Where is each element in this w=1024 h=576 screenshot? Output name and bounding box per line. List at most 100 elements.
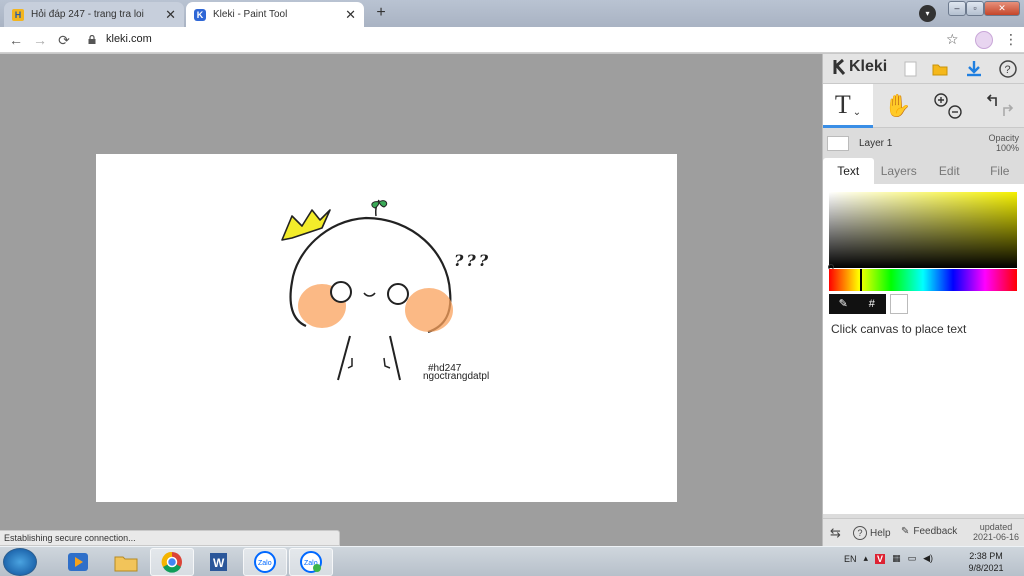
tab-title: Hỏi đáp 247 - trang tra loi — [31, 9, 144, 20]
media-player-icon — [68, 553, 88, 571]
undo-redo-icon — [986, 94, 1014, 116]
system-clock[interactable]: 2:38 PM 9/8/2021 — [962, 550, 1010, 574]
opacity-readout: Opacity 100% — [988, 133, 1019, 153]
hex-input-button[interactable]: # — [858, 294, 887, 314]
lock-icon — [88, 35, 96, 44]
url-field[interactable]: kleki.com — [106, 33, 152, 45]
taskbar-zalo-1[interactable]: Zalo — [243, 548, 287, 576]
kleki-logo-icon — [833, 59, 846, 75]
antivirus-icon[interactable]: V — [875, 553, 886, 564]
hue-slider-handle[interactable] — [860, 269, 862, 291]
monitor-icon[interactable]: ▭ — [908, 553, 917, 564]
menu-dots-icon[interactable]: ⋮ — [1004, 31, 1018, 48]
clock-date: 9/8/2021 — [968, 563, 1004, 573]
reload-button[interactable]: ⟳ — [55, 31, 73, 49]
close-tab-icon[interactable]: ✕ — [165, 7, 176, 23]
zalo-icon: Zalo — [254, 551, 276, 573]
layer-preview-row[interactable]: Layer 1 Opacity 100% — [823, 130, 1024, 158]
tab-text[interactable]: Text — [823, 158, 874, 184]
blush-right — [405, 288, 453, 332]
folder-icon — [932, 64, 948, 76]
taskbar-word[interactable]: W — [196, 548, 240, 576]
hand-icon: ✋ — [884, 93, 912, 118]
svg-text:?: ? — [1005, 64, 1011, 76]
eye-left — [330, 281, 352, 303]
text-tool-button[interactable]: T ⌄ — [823, 84, 873, 128]
swap-sides-icon[interactable]: ⇆ — [830, 525, 841, 541]
tab-edit[interactable]: Edit — [924, 158, 975, 184]
new-tab-button[interactable]: + — [371, 4, 391, 22]
drawing-canvas[interactable]: ??? #hd247 ngoctrangdatpl — [96, 154, 677, 502]
help-label: Help — [870, 527, 891, 539]
tab-kleki[interactable]: K Kleki - Paint Tool ✕ — [186, 2, 364, 27]
folder-icon — [114, 556, 138, 572]
tab-layers[interactable]: Layers — [874, 158, 925, 184]
help-link[interactable]: ? Help — [853, 526, 891, 540]
tab-hoidap[interactable]: H Hỏi đáp 247 - trang tra loi ✕ — [4, 2, 184, 27]
question-marks: ??? — [454, 251, 491, 270]
zoom-in-out-icon — [934, 93, 962, 119]
kleki-icon: K — [194, 8, 206, 21]
color-tools: ✎ # — [829, 294, 886, 314]
kleki-side-panel: Kleki ? T ⌄ ✋ Layer 1 Opacity 100% Text … — [822, 54, 1024, 546]
updated-label: updated — [979, 522, 1013, 532]
word-icon: W — [210, 553, 227, 571]
undo-redo-buttons[interactable] — [975, 84, 1024, 128]
browser-tab-strip: H Hỏi đáp 247 - trang tra loi ✕ K Kleki … — [0, 0, 1024, 27]
save-button[interactable] — [963, 58, 985, 80]
text-tab-content: ✎ # Click canvas to place text — [823, 184, 1024, 514]
bookmark-star-icon[interactable]: ☆ — [946, 31, 959, 48]
taskbar-zalo-2[interactable]: Zalo — [289, 548, 333, 576]
start-button[interactable] — [3, 548, 37, 576]
panel-footer: ⇆ ? Help ✎ Feedback updated 2021-06-16 — [823, 518, 1024, 546]
profile-avatar[interactable] — [975, 31, 993, 49]
watermark-name: ngoctrangdatpl — [423, 371, 489, 382]
panel-tabs: Text Layers Edit File — [823, 158, 1024, 184]
tool-row: T ⌄ ✋ — [823, 84, 1024, 128]
saturation-value-picker[interactable] — [829, 192, 1017, 268]
kleki-logo[interactable]: Kleki — [833, 58, 887, 76]
network-icon[interactable]: ▦ — [892, 553, 901, 564]
feedback-icon: ✎ — [901, 526, 910, 537]
language-indicator[interactable]: EN — [844, 554, 857, 564]
chrome-icon — [161, 551, 182, 573]
layer-name: Layer 1 — [859, 138, 893, 149]
maximize-button[interactable]: ▫ — [966, 1, 984, 16]
feedback-link[interactable]: ✎ Feedback — [901, 526, 957, 537]
close-tab-icon[interactable]: ✕ — [345, 7, 356, 23]
canvas-drawing: ??? #hd247 ngoctrangdatpl — [281, 199, 491, 382]
taskbar-media-player[interactable] — [56, 548, 100, 576]
tray-expand-icon[interactable]: ▴ — [864, 553, 869, 564]
back-button[interactable]: ← — [7, 31, 25, 49]
secondary-color-swatch[interactable] — [890, 294, 908, 314]
svg-text:W: W — [213, 556, 225, 570]
layer-thumbnail[interactable] — [827, 136, 849, 151]
tab-search-icon[interactable]: ▾ — [919, 5, 936, 22]
new-image-button[interactable] — [899, 58, 921, 80]
updated-info: updated 2021-06-16 — [973, 522, 1019, 542]
site-h-icon: H — [12, 8, 24, 21]
hue-slider[interactable] — [829, 269, 1017, 291]
open-file-button[interactable] — [929, 58, 951, 80]
canvas-workspace[interactable]: ??? #hd247 ngoctrangdatpl Establishing s… — [0, 54, 822, 546]
question-circle-icon: ? — [999, 60, 1017, 78]
opacity-label: Opacity — [988, 133, 1019, 143]
forward-button[interactable]: → — [31, 31, 49, 49]
minimize-button[interactable]: – — [948, 1, 966, 16]
opacity-value: 100% — [995, 143, 1019, 153]
close-window-button[interactable]: ✕ — [984, 1, 1020, 16]
zoom-buttons[interactable] — [923, 84, 973, 128]
new-file-icon — [904, 61, 917, 77]
volume-icon[interactable]: ◀) — [923, 553, 933, 564]
taskbar-explorer[interactable] — [104, 548, 148, 576]
taskbar-chrome[interactable] — [150, 548, 194, 576]
system-tray: EN ▴ V ▦ ▭ ◀) — [844, 553, 933, 564]
updated-date: 2021-06-16 — [972, 532, 1019, 542]
help-button[interactable]: ? — [997, 58, 1019, 80]
download-icon — [967, 61, 981, 77]
logo-text: Kleki — [849, 58, 888, 75]
eyedropper-icon[interactable]: ✎ — [829, 294, 858, 314]
tab-file[interactable]: File — [975, 158, 1024, 184]
status-bar-text: Establishing secure connection... — [0, 530, 340, 546]
hand-tool-button[interactable]: ✋ — [875, 84, 921, 128]
